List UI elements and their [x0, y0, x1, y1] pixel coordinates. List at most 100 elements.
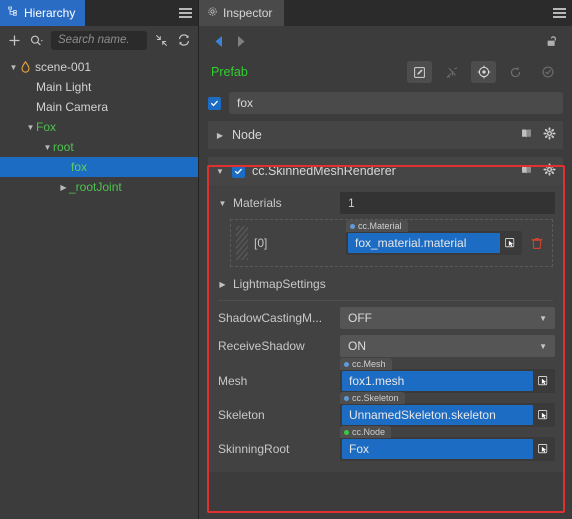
tree-item-label: root: [53, 140, 74, 154]
chevron-down-icon[interactable]: ▼: [215, 167, 225, 176]
shadowcasting-value: OFF: [348, 311, 372, 325]
edit-prefab-button[interactable]: [407, 61, 432, 83]
inspector-panel: Inspector Prefab fox ▶ Node ▼ cc.Skinned…: [199, 0, 572, 519]
asset-inner: UnnamedSkeleton.skeleton: [340, 403, 555, 427]
lightmapsettings-row[interactable]: ▶ LightmapSettings: [208, 271, 563, 297]
tree-item-rootjoint[interactable]: ▶ _rootJoint: [0, 177, 198, 197]
receiveshadow-select[interactable]: ON ▼: [340, 335, 555, 357]
asset-type-dot-icon: [344, 429, 349, 435]
asset-type-label: cc.Skeleton: [352, 393, 399, 403]
search-input[interactable]: [58, 34, 140, 46]
chevron-right-icon[interactable]: ▶: [215, 131, 225, 140]
chevron-down-icon[interactable]: ▼: [42, 142, 53, 153]
locate-prefab-button[interactable]: [471, 61, 496, 83]
trash-icon[interactable]: [528, 237, 546, 250]
tree-item-fox-root[interactable]: ▼ Fox: [0, 117, 198, 137]
revert-prefab-button[interactable]: [503, 61, 528, 83]
tree-item-main-light[interactable]: Main Light: [0, 77, 198, 97]
search-input-wrapper[interactable]: [51, 30, 147, 50]
tabbar-spacer: [284, 0, 546, 26]
skinningroot-asset-value[interactable]: Fox: [342, 439, 533, 459]
pick-asset-icon[interactable]: [533, 405, 553, 425]
drag-handle[interactable]: [236, 226, 248, 260]
skeleton-asset-field: cc.Skeleton UnnamedSkeleton.skeleton: [340, 392, 555, 427]
node-name-value: fox: [237, 96, 254, 110]
unlock-icon: [547, 36, 556, 46]
skinningroot-asset-field: cc.Node Fox: [340, 426, 555, 461]
materials-row: ▼ Materials 1: [208, 189, 563, 217]
materials-label-wrap[interactable]: ▼ Materials: [218, 196, 340, 210]
component-enabled-checkbox[interactable]: [232, 164, 245, 178]
prefab-actions: [407, 61, 560, 83]
tree-item-root[interactable]: ▼ root: [0, 137, 198, 157]
collapse-all-button[interactable]: [152, 31, 170, 49]
tree-item-label: Main Camera: [36, 100, 109, 114]
lightmapsettings-label: LightmapSettings: [233, 277, 326, 291]
pick-asset-icon[interactable]: [533, 371, 553, 391]
shadowcasting-select[interactable]: OFF ▼: [340, 307, 555, 329]
tree-item-scene[interactable]: ▼ scene-001: [0, 57, 198, 77]
search-filter-icon[interactable]: [28, 31, 46, 49]
tabbar-spacer: [85, 0, 172, 26]
chevron-right-icon[interactable]: ▶: [218, 280, 227, 289]
hierarchy-toolbar: [0, 26, 198, 54]
chevron-down-icon: ▼: [539, 313, 547, 323]
chevron-right-icon[interactable]: ▶: [58, 182, 69, 193]
tab-inspector[interactable]: Inspector: [199, 0, 285, 26]
lightmapsettings-label-wrap[interactable]: ▶ LightmapSettings: [218, 277, 326, 291]
asset-type-badge: cc.Mesh: [340, 358, 392, 370]
chevron-down-icon[interactable]: ▼: [25, 122, 36, 133]
inspector-lock-button[interactable]: [541, 30, 563, 52]
asset-type-dot-icon: [344, 361, 349, 367]
add-node-button[interactable]: [5, 31, 23, 49]
gear-icon: [207, 6, 218, 20]
inspector-menu-button[interactable]: [546, 0, 572, 26]
node-section-icons: [520, 127, 556, 143]
asset-type-dot-icon: [344, 395, 349, 401]
asset-type-badge: cc.Node: [340, 426, 392, 438]
divider: [218, 300, 553, 301]
skeleton-asset-value[interactable]: UnnamedSkeleton.skeleton: [342, 405, 533, 425]
materials-label: Materials: [233, 196, 282, 210]
nav-back-button[interactable]: [208, 30, 230, 52]
book-icon[interactable]: [520, 127, 533, 143]
tree-item-main-camera[interactable]: Main Camera: [0, 97, 198, 117]
node-section-label: Node: [232, 128, 262, 142]
asset-type-label: cc.Material: [358, 221, 402, 231]
tree-item-label: _rootJoint: [69, 180, 122, 194]
node-name-input[interactable]: fox: [229, 92, 563, 114]
unlink-icon: [446, 66, 457, 78]
tree-item-fox[interactable]: fox: [0, 157, 198, 177]
skinningroot-label: SkinningRoot: [218, 442, 290, 456]
check-circle-icon: [542, 66, 553, 78]
component-header-skinnedmeshrenderer[interactable]: ▼ cc.SkinnedMeshRenderer: [208, 157, 563, 185]
pick-asset-icon[interactable]: [533, 439, 553, 459]
tab-inspector-label: Inspector: [223, 6, 273, 20]
chevron-down-icon: ▼: [539, 341, 547, 351]
hierarchy-icon: [8, 6, 19, 20]
nav-forward-button[interactable]: [230, 30, 252, 52]
node-enabled-checkbox[interactable]: [208, 96, 221, 110]
asset-type-badge: cc.Material: [346, 220, 408, 232]
materials-count-input[interactable]: 1: [340, 192, 555, 214]
material-asset-field: cc.Material fox_material.material: [346, 220, 522, 255]
edit-square-icon: [414, 66, 425, 78]
mesh-asset-value[interactable]: fox1.mesh: [342, 371, 533, 391]
node-section-header[interactable]: ▶ Node: [208, 121, 563, 149]
gear-icon[interactable]: [543, 127, 556, 143]
apply-prefab-button[interactable]: [535, 61, 560, 83]
node-name-row: fox: [208, 91, 563, 115]
book-icon[interactable]: [520, 163, 533, 179]
chevron-down-icon[interactable]: ▼: [8, 62, 19, 73]
pick-asset-icon[interactable]: [500, 233, 520, 253]
hamburger-icon: [178, 6, 192, 20]
sync-button[interactable]: [175, 31, 193, 49]
material-asset-value[interactable]: fox_material.material: [348, 233, 500, 253]
hierarchy-menu-button[interactable]: [172, 0, 198, 26]
unlink-prefab-button[interactable]: [439, 61, 464, 83]
materials-element-0: [0] cc.Material fox_material.material: [230, 219, 553, 267]
gear-icon[interactable]: [543, 163, 556, 179]
mesh-asset-field: cc.Mesh fox1.mesh: [340, 358, 555, 393]
chevron-down-icon[interactable]: ▼: [218, 199, 227, 208]
tab-hierarchy[interactable]: Hierarchy: [0, 0, 86, 26]
